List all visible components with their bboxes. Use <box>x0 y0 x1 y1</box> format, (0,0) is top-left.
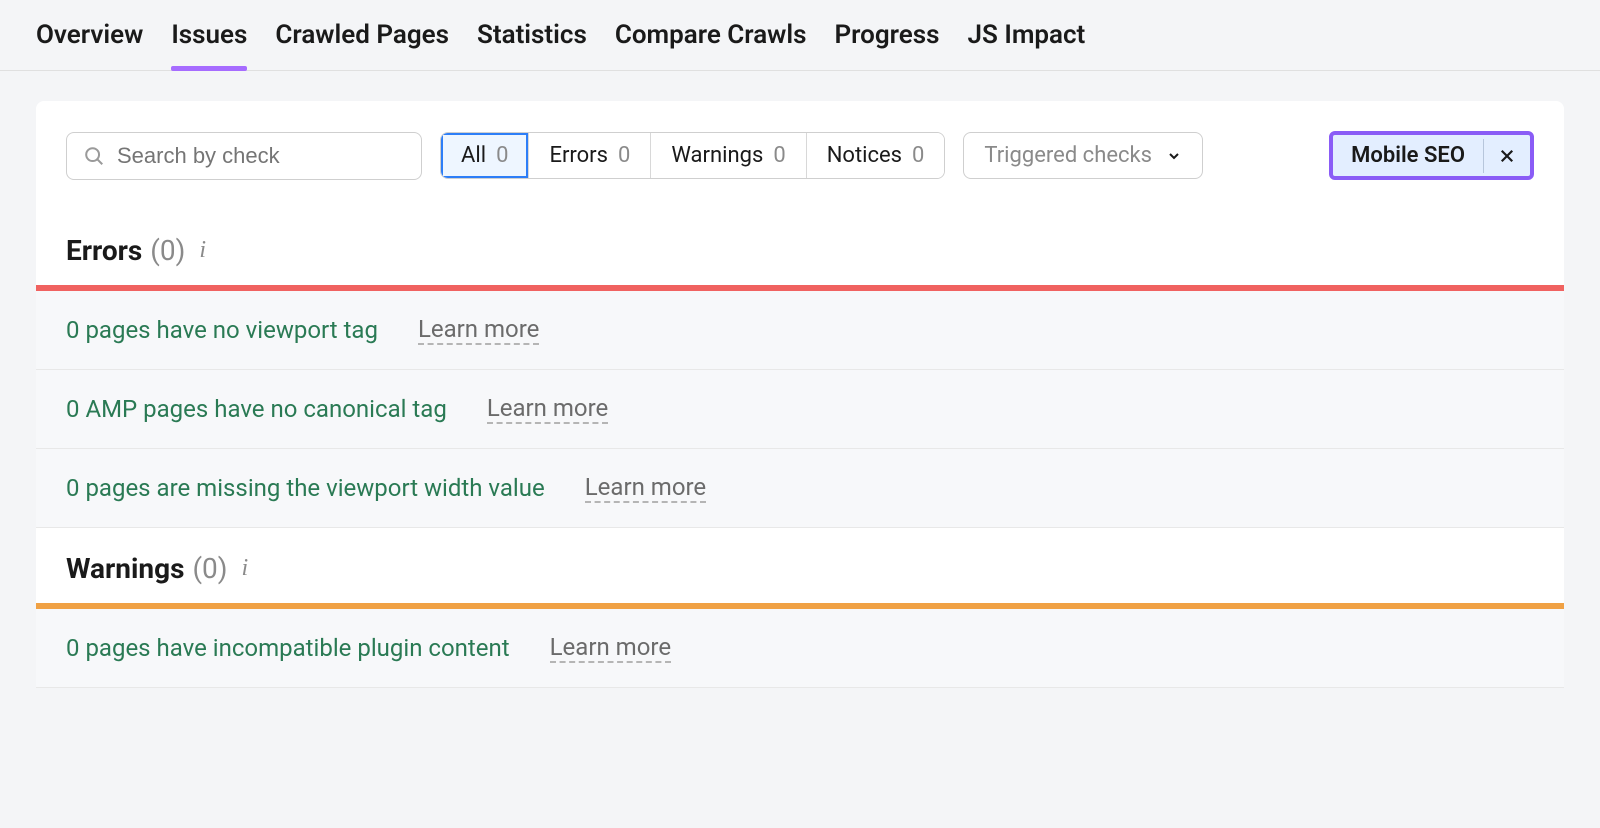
filter-segments: All 0 Errors 0 Warnings 0 Notices 0 <box>440 132 945 179</box>
segment-notices[interactable]: Notices 0 <box>807 133 945 178</box>
learn-more-link[interactable]: Learn more <box>585 473 706 503</box>
dropdown-label: Triggered checks <box>984 143 1152 168</box>
section-head-warnings: Warnings (0) i <box>36 528 1564 603</box>
segment-label: Notices <box>827 143 902 168</box>
search-icon <box>83 145 105 167</box>
tab-compare-crawls[interactable]: Compare Crawls <box>615 20 807 70</box>
issue-link[interactable]: 0 pages have no viewport tag <box>66 316 378 344</box>
tab-progress[interactable]: Progress <box>835 20 940 70</box>
section-head-errors: Errors (0) i <box>36 210 1564 285</box>
issue-link[interactable]: 0 AMP pages have no canonical tag <box>66 395 447 423</box>
segment-label: All <box>461 143 486 168</box>
tab-crawled-pages[interactable]: Crawled Pages <box>275 20 449 70</box>
segment-count: 0 <box>773 143 785 168</box>
search-box[interactable] <box>66 132 422 180</box>
segment-label: Errors <box>549 143 608 168</box>
toolbar: All 0 Errors 0 Warnings 0 Notices 0 Trig… <box>66 101 1564 210</box>
section-count: (0) <box>192 552 227 585</box>
info-icon[interactable]: i <box>242 555 249 582</box>
segment-label: Warnings <box>671 143 763 168</box>
segment-count: 0 <box>618 143 630 168</box>
segment-count: 0 <box>496 143 508 168</box>
tabs-nav: Overview Issues Crawled Pages Statistics… <box>0 0 1600 71</box>
filter-tag: Mobile SEO <box>1329 131 1534 180</box>
search-input[interactable] <box>117 143 405 169</box>
learn-more-link[interactable]: Learn more <box>487 394 608 424</box>
issue-row: 0 pages have no viewport tag Learn more <box>36 291 1564 370</box>
issue-row: 0 AMP pages have no canonical tag Learn … <box>36 370 1564 449</box>
issue-row: 0 pages have incompatible plugin content… <box>36 609 1564 688</box>
issue-link[interactable]: 0 pages have incompatible plugin content <box>66 634 510 662</box>
segment-errors[interactable]: Errors 0 <box>529 133 651 178</box>
filter-tag-close[interactable] <box>1483 139 1530 173</box>
tab-statistics[interactable]: Statistics <box>477 20 587 70</box>
info-icon[interactable]: i <box>199 237 206 264</box>
tab-js-impact[interactable]: JS Impact <box>968 20 1086 70</box>
close-icon <box>1498 147 1516 165</box>
learn-more-link[interactable]: Learn more <box>418 315 539 345</box>
issues-panel: All 0 Errors 0 Warnings 0 Notices 0 Trig… <box>36 101 1564 688</box>
tab-issues[interactable]: Issues <box>171 20 247 70</box>
issue-link[interactable]: 0 pages are missing the viewport width v… <box>66 474 545 502</box>
section-title: Warnings <box>66 552 184 585</box>
section-count: (0) <box>150 234 185 267</box>
segment-count: 0 <box>912 143 924 168</box>
filter-tag-label: Mobile SEO <box>1333 135 1483 176</box>
segment-warnings[interactable]: Warnings 0 <box>651 133 806 178</box>
issue-row: 0 pages are missing the viewport width v… <box>36 449 1564 528</box>
tab-overview[interactable]: Overview <box>36 20 143 70</box>
triggered-checks-dropdown[interactable]: Triggered checks <box>963 132 1203 179</box>
chevron-down-icon <box>1166 148 1182 164</box>
section-title: Errors <box>66 234 142 267</box>
learn-more-link[interactable]: Learn more <box>550 633 671 663</box>
segment-all[interactable]: All 0 <box>441 133 529 178</box>
